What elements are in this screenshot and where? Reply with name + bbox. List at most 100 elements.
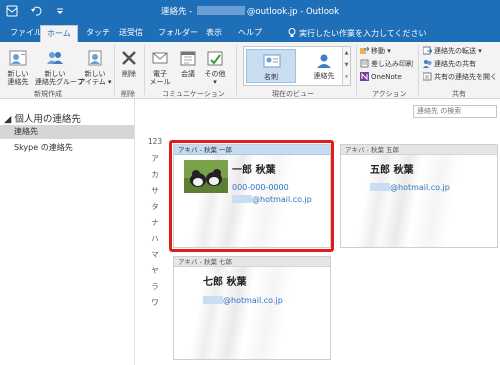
- onenote-button[interactable]: OneNote: [360, 72, 402, 81]
- new-items-label-2: アイテム ▾: [78, 78, 112, 86]
- forward-contact-label: 連絡先の転送 ▾: [434, 47, 482, 55]
- group-label-actions: アクション: [372, 90, 407, 98]
- index-item-ta[interactable]: タ: [145, 201, 165, 212]
- card-file-as: アキバ - 秋葉 七郎: [174, 257, 330, 267]
- gallery-scroll[interactable]: ▲ ▼ ▾: [342, 47, 350, 85]
- meeting-button[interactable]: 会議: [177, 48, 199, 78]
- share-contacts-button[interactable]: 連絡先の共有: [423, 59, 476, 69]
- folder-contacts[interactable]: 連絡先: [0, 125, 134, 139]
- group-label-new: 新規作成: [34, 90, 62, 98]
- open-shared-icon: [422, 72, 432, 81]
- index-item-na[interactable]: ナ: [145, 217, 165, 228]
- new-contact-button[interactable]: 新しい 連絡先: [3, 48, 33, 86]
- new-contact-label-1: 新しい: [7, 70, 29, 78]
- onenote-label: OneNote: [371, 73, 402, 81]
- window-title: 連絡先 - @outlook.jp - Outlook: [0, 5, 500, 17]
- tab-folder[interactable]: フォルダー: [152, 25, 204, 42]
- email-button[interactable]: 電子 メール: [148, 48, 172, 86]
- more-label-2: ▾: [213, 78, 217, 86]
- tab-help[interactable]: ヘルプ: [232, 25, 268, 42]
- new-contact-group-button[interactable]: 新しい 連絡先グループ: [35, 48, 84, 86]
- delete-label: 削除: [122, 70, 136, 78]
- calendar-icon: [180, 51, 196, 66]
- new-group-label-1: 新しい: [44, 70, 66, 78]
- card-email-domain: @hotmail.co.jp: [390, 183, 450, 192]
- card-body: 五郎 秋葉 @hotmail.co.jp: [341, 155, 497, 247]
- new-group-label-2: 連絡先グループ: [35, 78, 84, 86]
- tell-me-box[interactable]: 実行したい作業を入力してください: [288, 28, 427, 39]
- business-card-icon: [263, 54, 281, 68]
- ribbon: 新しい 連絡先 新しい 連絡先グループ 新しい アイテム ▾ 新規作成 削除 削…: [0, 42, 500, 99]
- redacted-account: [196, 6, 245, 15]
- tab-touch[interactable]: タッチ: [80, 25, 116, 42]
- ribbon-separator: [114, 45, 115, 95]
- search-placeholder: 連絡先 の検索: [417, 107, 462, 115]
- mail-merge-button[interactable]: 差し込み印刷: [360, 59, 413, 69]
- index-item-ka[interactable]: カ: [145, 169, 165, 180]
- move-icon: [360, 46, 370, 54]
- business-card[interactable]: アキバ - 秋葉 五郎 五郎 秋葉 @hotmail.co.jp: [340, 144, 498, 248]
- ribbon-separator: [356, 45, 357, 95]
- group-label-delete: 削除: [121, 90, 135, 98]
- my-contacts-label: 個人用の連絡先: [14, 114, 81, 125]
- window-title-prefix: 連絡先 -: [160, 7, 195, 17]
- lightbulb-icon: [288, 28, 296, 37]
- forward-contact-button[interactable]: 連絡先の転送 ▾: [422, 46, 482, 56]
- index-item-a[interactable]: ア: [145, 153, 165, 164]
- index-item-sa[interactable]: サ: [145, 185, 165, 196]
- index-item-wa[interactable]: ワ: [145, 297, 165, 308]
- tab-send-receive[interactable]: 送受信: [113, 25, 149, 42]
- my-contacts-header[interactable]: ◢ 個人用の連絡先: [4, 111, 81, 125]
- card-email-domain: @hotmail.co.jp: [223, 296, 283, 305]
- index-item-ha[interactable]: ハ: [145, 233, 165, 244]
- folder-pane: ◢ 個人用の連絡先 連絡先 Skype の連絡先: [0, 99, 135, 365]
- group-label-current-view: 現在のビュー: [272, 90, 314, 98]
- card-email: @hotmail.co.jp: [370, 183, 450, 192]
- meeting-label: 会議: [181, 70, 195, 78]
- view-business-card[interactable]: 名刺: [246, 49, 296, 83]
- redacted-email-user: [203, 296, 223, 304]
- selection-highlight: [169, 140, 334, 252]
- new-group-icon: [47, 52, 63, 64]
- share-contacts-label: 連絡先の共有: [434, 60, 476, 68]
- delete-button[interactable]: 削除: [118, 48, 140, 78]
- contacts-search-input[interactable]: 連絡先 の検索: [413, 105, 497, 118]
- collapse-triangle-icon: ◢: [4, 114, 15, 125]
- ribbon-tab-bar: ファイル ホーム タッチ 送受信 フォルダー 表示 ヘルプ 実行したい作業を入力…: [0, 22, 500, 42]
- tell-me-text: 実行したい作業を入力してください: [299, 29, 427, 38]
- tab-home[interactable]: ホーム: [40, 25, 78, 42]
- more-label-1: その他: [204, 70, 226, 78]
- index-item-ra[interactable]: ラ: [145, 281, 165, 292]
- index-item-ma[interactable]: マ: [145, 249, 165, 260]
- mail-merge-label: 差し込み印刷: [371, 60, 413, 68]
- open-shared-contacts-button[interactable]: 共有の連絡先を開く: [422, 72, 497, 82]
- window-title-suffix: @outlook.jp - Outlook: [246, 7, 340, 17]
- delete-icon: [122, 51, 136, 65]
- tab-view[interactable]: 表示: [200, 25, 228, 42]
- new-items-label-1: 新しい: [84, 70, 106, 78]
- group-label-share: 共有: [452, 90, 466, 98]
- card-contact-name: 五郎 秋葉: [370, 165, 414, 176]
- contact-view-icon: [317, 54, 331, 68]
- index-item-ya[interactable]: ヤ: [145, 265, 165, 276]
- current-view-gallery: 名刺 連絡先 ▲ ▼ ▾: [243, 46, 351, 86]
- new-items-icon: [88, 50, 102, 66]
- open-shared-label: 共有の連絡先を開く: [434, 73, 497, 81]
- index-item-123[interactable]: 123: [145, 137, 165, 146]
- card-email: @hotmail.co.jp: [203, 296, 283, 305]
- business-card[interactable]: アキバ - 秋葉 七郎 七郎 秋葉 @hotmail.co.jp: [173, 256, 331, 360]
- new-contact-icon: [9, 50, 27, 66]
- share-contacts-icon: [423, 60, 432, 68]
- ribbon-separator: [418, 45, 419, 95]
- move-button[interactable]: 移動 ▾: [360, 46, 391, 56]
- more-button[interactable]: その他 ▾: [202, 48, 228, 86]
- group-label-communicate: コミュニケーション: [162, 90, 225, 98]
- ribbon-separator: [144, 45, 145, 95]
- onenote-icon: [360, 72, 369, 81]
- new-items-button[interactable]: 新しい アイテム ▾: [78, 48, 112, 86]
- more-icon: [207, 51, 223, 66]
- forward-contact-icon: [422, 46, 433, 55]
- email-icon: [152, 52, 168, 64]
- folder-skype-contacts[interactable]: Skype の連絡先: [0, 141, 134, 155]
- title-bar: 連絡先 - @outlook.jp - Outlook: [0, 0, 500, 22]
